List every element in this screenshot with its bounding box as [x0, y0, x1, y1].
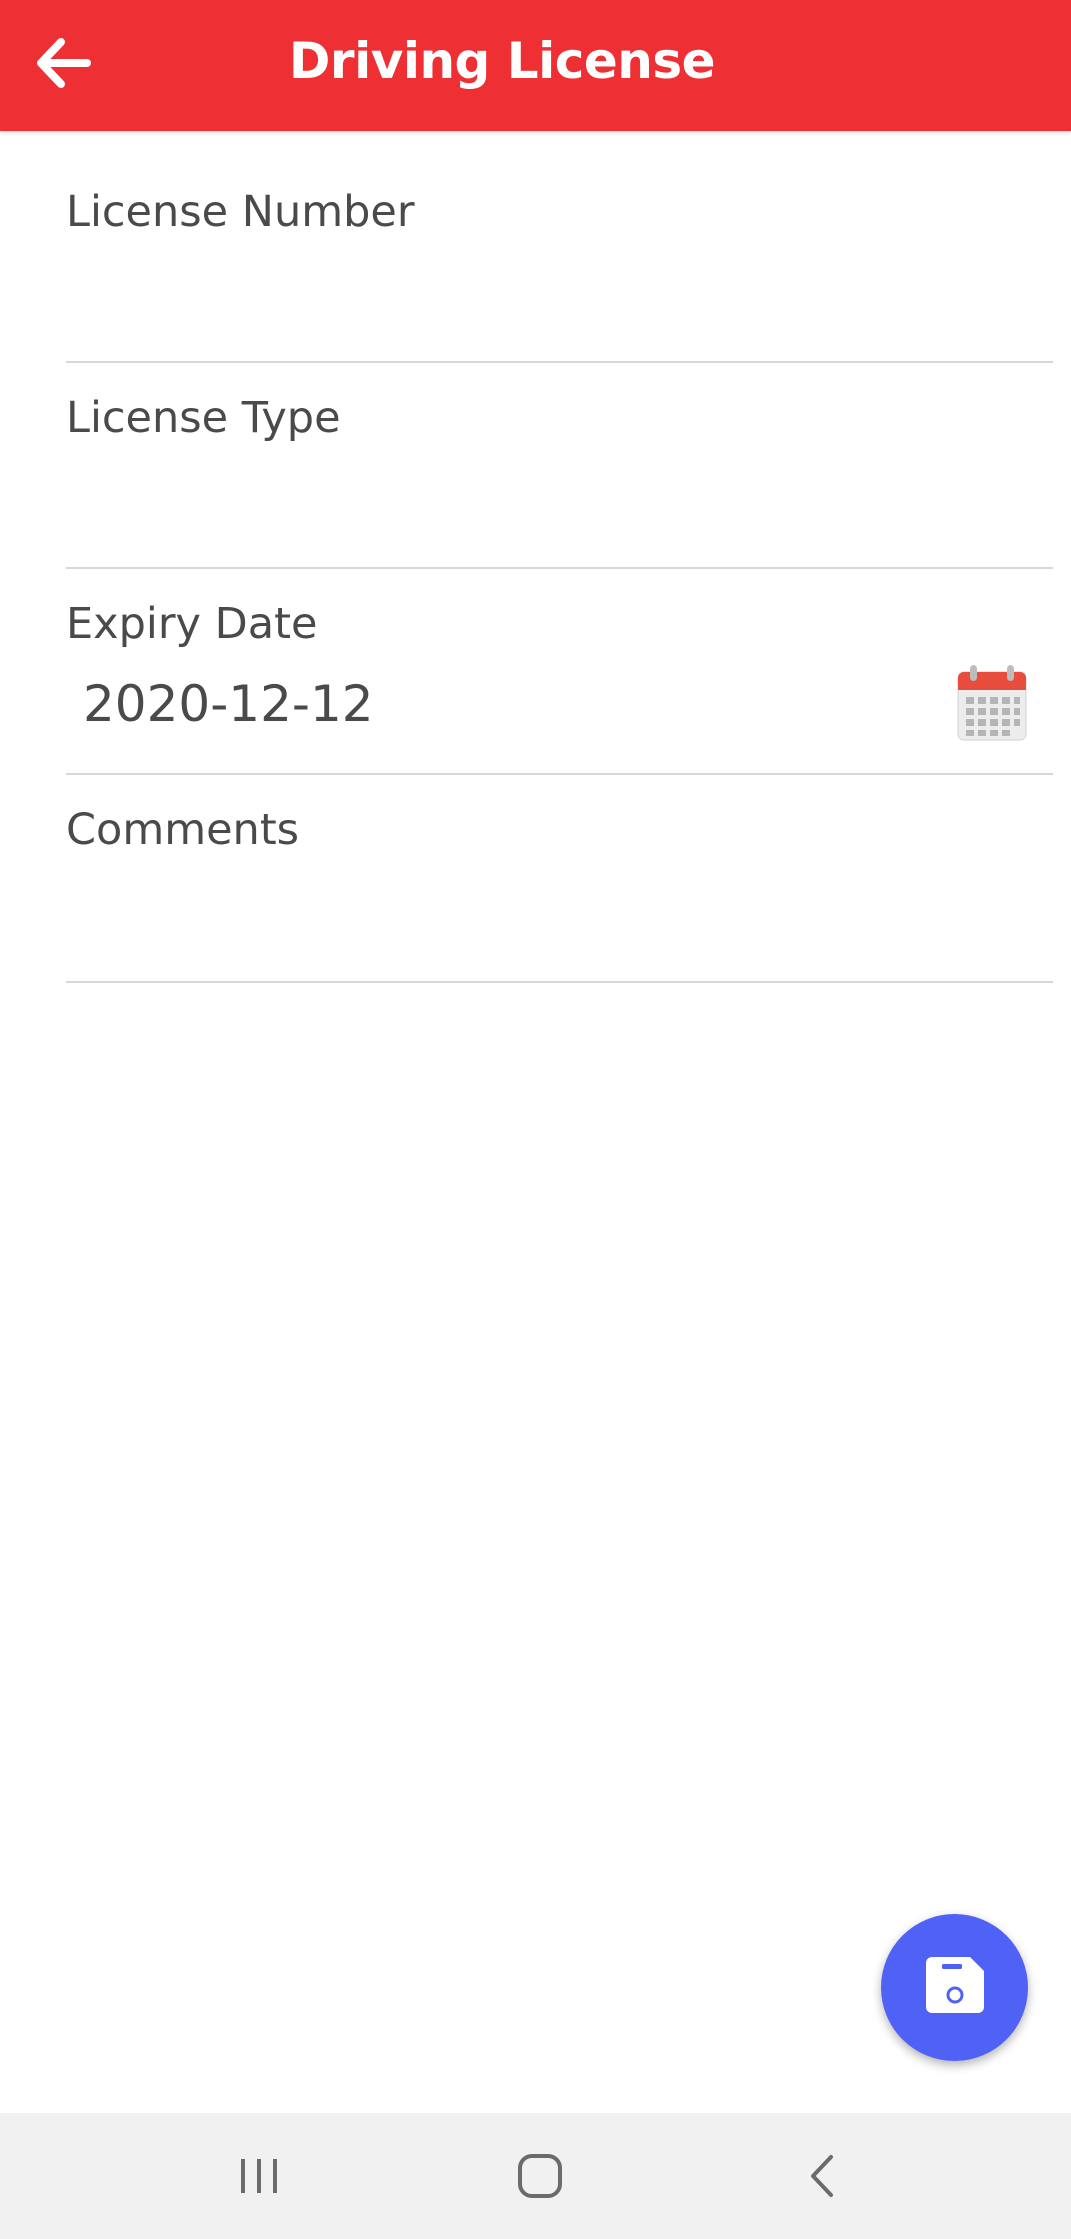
license-number-input[interactable] — [83, 261, 963, 331]
save-icon — [924, 1955, 986, 2020]
license-form: License Number License Type Expiry Date — [66, 131, 1053, 983]
comments-input[interactable] — [83, 875, 963, 945]
expiry-date-label: Expiry Date — [66, 599, 318, 649]
back-chevron-icon — [807, 2154, 837, 2203]
recents-button[interactable] — [214, 2133, 304, 2223]
expiry-date-field: Expiry Date — [66, 569, 1053, 775]
expiry-date-input[interactable] — [83, 669, 963, 739]
calendar-icon — [956, 665, 1028, 746]
app-header: Driving License — [0, 0, 1071, 131]
home-icon — [517, 2153, 563, 2204]
save-button[interactable] — [881, 1914, 1028, 2061]
license-number-label: License Number — [66, 187, 415, 237]
date-picker-button[interactable] — [956, 664, 1028, 742]
system-back-button[interactable] — [777, 2133, 867, 2223]
license-number-field: License Number — [66, 131, 1053, 363]
app-screen: Driving License License Number License T… — [0, 0, 1071, 2239]
license-type-input[interactable] — [83, 463, 963, 533]
license-type-field: License Type — [66, 363, 1053, 569]
page-title: Driving License — [288, 31, 716, 90]
home-button[interactable] — [495, 2133, 585, 2223]
license-type-label: License Type — [66, 393, 341, 443]
recents-icon — [237, 2156, 281, 2201]
comments-label: Comments — [66, 805, 300, 855]
comments-field: Comments — [66, 775, 1053, 983]
system-nav-bar — [0, 2113, 1071, 2239]
